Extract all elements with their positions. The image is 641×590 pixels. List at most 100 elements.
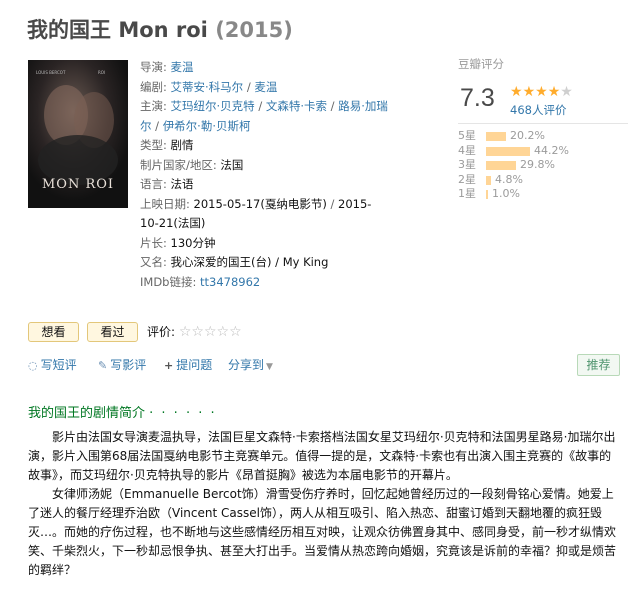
rating-dist-row: 3星 29.8% [458, 158, 628, 173]
release-label: 上映日期: [140, 196, 190, 211]
rating-dist-bar [486, 161, 516, 170]
rating-dist-pct: 1.0% [492, 187, 520, 200]
my-rating-stars[interactable]: ☆☆☆☆☆ [179, 324, 242, 340]
country-label: 制片国家/地区: [140, 157, 217, 172]
runtime-label: 片长: [140, 235, 167, 250]
rating-dist-label: 4星 [458, 143, 476, 157]
rating-title: 豆瓣评分 [458, 57, 504, 71]
my-rating-label: 评价: [147, 325, 176, 339]
synopsis-body: 影片由法国女导演麦温执导，法国巨星文森特·卡索搭档法国女星艾玛纽尔·贝克特和法国… [28, 428, 622, 580]
info-runtime: 片长: 130分钟 [140, 234, 390, 254]
pencil-icon: ✎ [98, 359, 108, 372]
write-review-link[interactable]: ✎ 写影评 [98, 356, 146, 375]
synopsis-title: 我的国王的剧情简介 [28, 406, 146, 421]
genre-label: 类型: [140, 138, 167, 152]
info-release: 上映日期: 2015-05-17(戛纳电影节) / 2015-10-21(法国) [140, 196, 372, 231]
rating-panel: 豆瓣评分 7.3 ★★★★★ 468人评价 [458, 56, 628, 117]
chevron-down-icon: ▼ [266, 362, 273, 372]
rating-distribution: 5星 20.2% 4星 44.2% 3星 29.8% 2星 4.8% 1星 1.0% [458, 129, 628, 202]
rating-dist-row: 1星 1.0% [458, 187, 628, 202]
poster-image: LOUIS BERCOT ROI MON ROI [28, 60, 128, 208]
rating-dist-pct: 20.2% [510, 129, 545, 142]
genre-value: 剧情 [170, 138, 194, 152]
title-en: Mon roi [118, 18, 208, 42]
cast-link-1[interactable]: 艾玛纽尔·贝克特 [171, 99, 255, 113]
aka-value: 我心深爱的国王(台) / My King [170, 255, 329, 269]
recommend-button[interactable]: 推荐 [577, 354, 620, 376]
write-short-review-link[interactable]: ◌ 写短评 [28, 356, 77, 375]
language-label: 语言: [140, 177, 167, 191]
writer-link-1[interactable]: 艾蒂安·科马尔 [171, 80, 244, 94]
comment-icon: ◌ [28, 359, 38, 372]
rating-dist-label: 2星 [458, 172, 476, 186]
rating-dist-label: 3星 [458, 158, 476, 171]
write-review-label: 写影评 [110, 358, 147, 372]
synopsis-dots: · · · · · · [149, 406, 217, 421]
aka-label: 又名: [140, 255, 167, 269]
rating-dist-label: 1星 [458, 187, 476, 200]
my-rating: 评价: ☆☆☆☆☆ [147, 322, 242, 342]
rating-dist-bar [486, 175, 491, 185]
rating-dist-row: 2星 4.8% [458, 173, 628, 188]
poster-credit-left: LOUIS BERCOT [36, 70, 66, 75]
seen-button[interactable]: 看过 [87, 322, 138, 342]
star-filled-icon: ★ [510, 84, 523, 100]
wish-button[interactable]: 想看 [28, 322, 79, 342]
rating-summary: 7.3 ★★★★★ 468人评价 [460, 84, 628, 118]
rating-divider [458, 123, 628, 124]
imdb-link[interactable]: tt3478962 [200, 275, 260, 289]
star-filled-icon: ★ [522, 84, 536, 100]
cast-link-2[interactable]: 文森特·卡索 [266, 99, 327, 113]
ask-question-link[interactable]: + 提问题 [164, 356, 212, 375]
cast-label: 主演: [140, 99, 167, 113]
language-value: 法语 [170, 177, 194, 191]
movie-poster[interactable]: LOUIS BERCOT ROI MON ROI [28, 60, 128, 208]
cast-link-4[interactable]: 伊希尔·勒·贝斯柯 [163, 119, 251, 133]
write-short-label: 写短评 [40, 358, 77, 372]
rating-dist-pct: 29.8% [520, 158, 555, 171]
writer-label: 编剧: [140, 79, 167, 94]
rating-dist-bar [486, 132, 506, 141]
info-aka: 又名: 我心深爱的国王(台) / My King [140, 253, 390, 273]
info-cast: 主演: 艾玛纽尔·贝克特 / 文森特·卡索 / 路易·加瑞尔 / 伊希尔·勒·贝… [140, 99, 388, 133]
poster-credit-right: ROI [98, 70, 105, 75]
info-imdb: IMDb链接: tt3478962 [140, 273, 390, 293]
info-country: 制片国家/地区: 法国 [140, 156, 390, 176]
rating-dist-pct: 4.8% [495, 172, 523, 186]
share-dropdown[interactable]: 分享到 ▼ [228, 356, 273, 376]
info-director: 导演: 麦温 [140, 58, 390, 78]
rating-count-link[interactable]: 468人评价 [510, 102, 566, 118]
title-cn: 我的国王 [27, 18, 111, 42]
rating-stars: ★★★★★ [510, 84, 573, 100]
star-filled-icon: ★ [547, 84, 561, 100]
info-language: 语言: 法语 [140, 175, 390, 195]
info-genre: 类型: 剧情 [140, 136, 390, 156]
synopsis-paragraph-1: 影片由法国女导演麦温执导，法国巨星文森特·卡索搭档法国女星艾玛纽尔·贝克特和法国… [28, 430, 616, 482]
rating-score: 7.3 [460, 84, 495, 112]
info-writers: 编剧: 艾蒂安·科马尔 / 麦温 [140, 79, 278, 94]
runtime-value: 130分钟 [170, 235, 216, 250]
movie-info: 导演: 麦温 编剧: 艾蒂安·科马尔 / 麦温 主演: 艾玛纽尔·贝克特 / 文… [140, 58, 390, 292]
rating-dist-bar [486, 190, 488, 199]
rating-dist-pct: 44.2% [534, 143, 569, 157]
synopsis-paragraph-2: 女律师汤妮（Emmanuelle Bercot饰）滑雪受伤疗养时，回忆起她曾经历… [28, 487, 617, 577]
poster-title-text: MON ROI [42, 177, 114, 192]
share-label: 分享到 [228, 358, 265, 372]
star-empty-icon: ★ [560, 84, 573, 100]
director-link[interactable]: 麦温 [171, 60, 194, 74]
director-label: 导演: [140, 60, 167, 74]
country-value: 法国 [220, 157, 244, 172]
rating-dist-row: 4星 44.2% [458, 144, 628, 159]
imdb-label: IMDb链接: [140, 274, 197, 289]
release-date-1: 2015-05-17(戛纳电影节) [193, 196, 327, 211]
star-filled-icon: ★ [535, 84, 548, 100]
writer-link-2[interactable]: 麦温 [254, 80, 277, 94]
title-year: (2015) [215, 18, 293, 42]
rating-dist-row: 5星 20.2% [458, 129, 628, 144]
page-title: 我的国王 Mon roi (2015) [27, 14, 293, 44]
ask-label: 提问题 [176, 358, 213, 372]
rating-dist-label: 5星 [458, 129, 476, 142]
synopsis-heading: 我的国王的剧情简介 · · · · · · [28, 402, 217, 421]
rating-dist-bar [486, 146, 530, 156]
plus-icon: + [164, 359, 174, 372]
